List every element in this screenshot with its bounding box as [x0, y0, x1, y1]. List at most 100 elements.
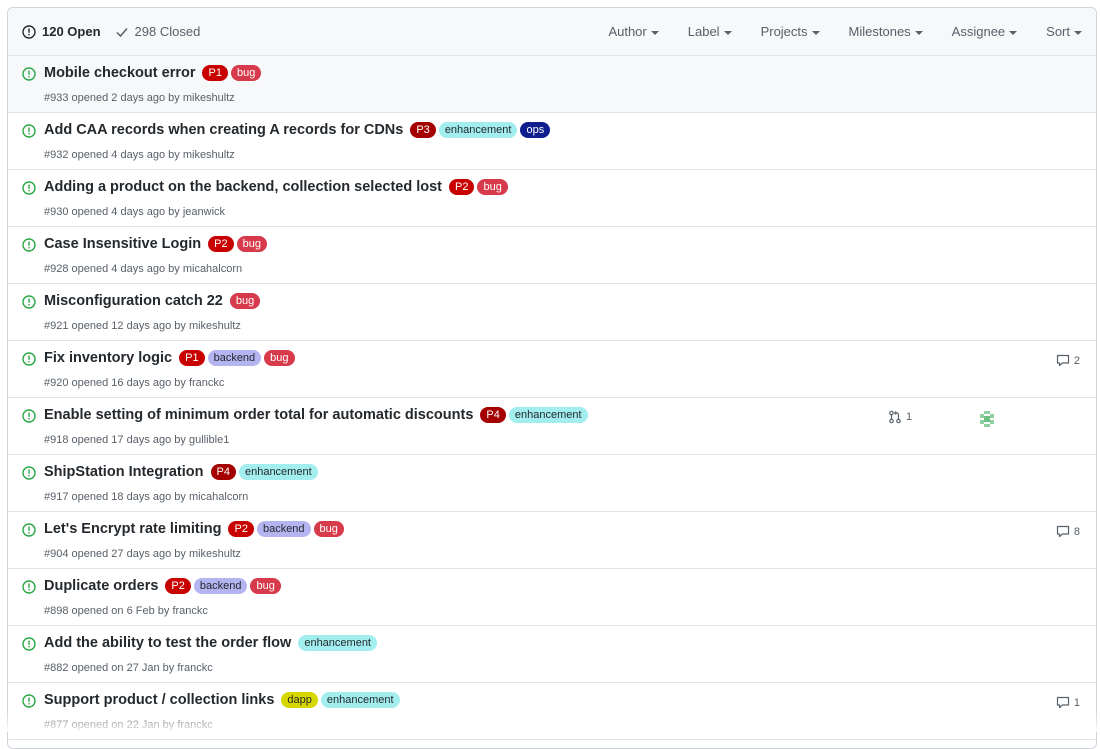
- issue-meta-text[interactable]: #918 opened 17 days ago by gullible1: [44, 434, 229, 446]
- issue-label[interactable]: P4: [210, 464, 236, 480]
- issue-meta-text[interactable]: #928 opened 4 days ago by micahalcorn: [44, 263, 242, 275]
- issues-list-header: 120 Open 298 Closed Author Label Project…: [8, 8, 1096, 56]
- issue-title-link[interactable]: Enable setting of minimum order total fo…: [44, 407, 473, 423]
- issue-row[interactable]: Mobile checkout error P1 bug #933 opened …: [8, 56, 1096, 113]
- comment-icon: [1056, 696, 1069, 709]
- issue-meta: #877 opened on 22 Jan by franckc: [44, 719, 213, 731]
- comments-link[interactable]: 1: [1056, 696, 1080, 709]
- issue-label[interactable]: P2: [449, 179, 475, 195]
- issue-row[interactable]: Add the ability to test the order flow e…: [8, 626, 1096, 683]
- issue-row[interactable]: Enable setting of minimum order total fo…: [8, 398, 1096, 455]
- issue-title-line: Fix inventory logic P1 backend bug: [44, 350, 295, 366]
- issue-label[interactable]: enhancement: [298, 635, 377, 651]
- issue-label[interactable]: bug: [230, 65, 262, 81]
- issue-row[interactable]: Support product / collection links dapp e…: [8, 683, 1096, 740]
- linked-pull-request[interactable]: 1: [888, 410, 912, 424]
- issue-meta-text[interactable]: #930 opened 4 days ago by jeanwick: [44, 206, 225, 218]
- issue-label[interactable]: P2: [228, 521, 254, 537]
- closed-issues-toggle[interactable]: 298 Closed: [115, 24, 200, 39]
- issue-title-link[interactable]: Support product / collection links: [44, 692, 274, 708]
- filter-milestones[interactable]: Milestones: [849, 24, 923, 39]
- issue-title-link[interactable]: ShipStation Integration: [44, 464, 204, 480]
- issue-label[interactable]: bug: [313, 521, 344, 537]
- issue-label[interactable]: enhancement: [320, 692, 400, 708]
- issue-title-line: ShipStation Integration P4 enhancement: [44, 464, 318, 480]
- issue-row[interactable]: ShipStation Integration P4 enhancement #9…: [8, 455, 1096, 512]
- comments-link[interactable]: 8: [1056, 525, 1080, 538]
- comment-icon: [1056, 525, 1069, 538]
- issue-label[interactable]: enhancement: [238, 464, 318, 480]
- issue-title-link[interactable]: Let's Encrypt rate limiting: [44, 521, 221, 537]
- caret-down-icon: [914, 30, 923, 35]
- issue-label[interactable]: P2: [165, 578, 191, 594]
- issue-row[interactable]: Adding a product on the backend, collect…: [8, 170, 1096, 227]
- filter-label: Label: [687, 24, 720, 39]
- issue-meta-text[interactable]: #932 opened 4 days ago by mikeshultz: [44, 149, 235, 161]
- issue-title-link[interactable]: Adding a product on the backend, collect…: [44, 179, 442, 195]
- issue-open-icon: [22, 124, 36, 138]
- issue-label[interactable]: bug: [264, 350, 295, 366]
- filter-label[interactable]: Label: [688, 24, 732, 39]
- issue-label[interactable]: enhancement: [508, 407, 588, 423]
- caret-down-icon: [1009, 30, 1018, 35]
- issue-meta-text[interactable]: #898 opened on 6 Feb by franckc: [44, 605, 208, 617]
- issue-list: Mobile checkout error P1 bug #933 opened …: [8, 56, 1096, 740]
- filter-author[interactable]: Author: [608, 24, 659, 39]
- issue-row[interactable]: Misconfiguration catch 22 bug #921 opene…: [8, 284, 1096, 341]
- issue-label[interactable]: P2: [208, 236, 234, 252]
- issue-title-link[interactable]: Add CAA records when creating A records …: [44, 122, 403, 138]
- issue-label[interactable]: P1: [179, 350, 205, 366]
- issue-meta-text[interactable]: #877 opened on 22 Jan by franckc: [44, 719, 213, 731]
- issue-label[interactable]: P4: [480, 407, 506, 423]
- filter-label: Author: [608, 24, 647, 39]
- issue-title-link[interactable]: Case Insensitive Login: [44, 236, 201, 252]
- comment-count: 8: [1073, 525, 1080, 538]
- issue-meta: #882 opened on 27 Jan by franckc: [44, 662, 213, 674]
- issue-meta-text[interactable]: #917 opened 18 days ago by micahalcorn: [44, 491, 248, 503]
- issue-label[interactable]: enhancement: [438, 122, 518, 138]
- open-issues-toggle[interactable]: 120 Open: [22, 24, 101, 39]
- issue-label[interactable]: backend: [193, 578, 248, 594]
- issue-row[interactable]: Case Insensitive Login P2 bug #928 opened…: [8, 227, 1096, 284]
- issue-meta: #904 opened 27 days ago by mikeshultz: [44, 548, 241, 560]
- issue-title-link[interactable]: Fix inventory logic: [44, 350, 172, 366]
- issue-label[interactable]: backend: [256, 521, 311, 537]
- issue-meta-text[interactable]: #882 opened on 27 Jan by franckc: [44, 662, 213, 674]
- issue-label[interactable]: bug: [477, 179, 508, 195]
- assignee-avatar[interactable]: [978, 410, 996, 428]
- issue-meta: #920 opened 16 days ago by franckc: [44, 377, 224, 389]
- issue-meta: #928 opened 4 days ago by micahalcorn: [44, 263, 242, 275]
- filter-projects[interactable]: Projects: [761, 24, 820, 39]
- issue-label[interactable]: bug: [229, 293, 261, 309]
- issue-meta-text[interactable]: #920 opened 16 days ago by franckc: [44, 377, 224, 389]
- issue-label[interactable]: bug: [250, 578, 281, 594]
- issue-title-line: Duplicate orders P2 backend bug: [44, 578, 281, 594]
- issue-meta-text[interactable]: #921 opened 12 days ago by mikeshultz: [44, 320, 241, 332]
- filter-label: Milestones: [848, 24, 911, 39]
- issue-label[interactable]: dapp: [281, 692, 318, 708]
- issue-title-line: Mobile checkout error P1 bug: [44, 65, 262, 81]
- issue-title-link[interactable]: Mobile checkout error: [44, 65, 195, 81]
- issue-meta-text[interactable]: #933 opened 2 days ago by mikeshultz: [44, 92, 235, 104]
- issue-title-link[interactable]: Misconfiguration catch 22: [44, 293, 223, 309]
- issue-label[interactable]: P3: [410, 122, 436, 138]
- issue-meta-text[interactable]: #904 opened 27 days ago by mikeshultz: [44, 548, 241, 560]
- issue-row[interactable]: Fix inventory logic P1 backend bug #920 op…: [8, 341, 1096, 398]
- issue-label[interactable]: bug: [236, 236, 267, 252]
- issue-title-link[interactable]: Add the ability to test the order flow: [44, 635, 291, 651]
- open-count-label: 120 Open: [42, 24, 101, 39]
- issue-label[interactable]: backend: [207, 350, 262, 366]
- issue-title-line: Enable setting of minimum order total fo…: [44, 407, 588, 423]
- issue-open-icon: [22, 637, 36, 651]
- issue-label[interactable]: ops: [520, 122, 551, 138]
- issue-row[interactable]: Add CAA records when creating A records …: [8, 113, 1096, 170]
- filter-sort[interactable]: Sort: [1046, 24, 1082, 39]
- comments-link[interactable]: 2: [1056, 354, 1080, 367]
- filter-assignee[interactable]: Assignee: [952, 24, 1018, 39]
- issue-row[interactable]: Let's Encrypt rate limiting P2 backend bug…: [8, 512, 1096, 569]
- issue-title-link[interactable]: Duplicate orders: [44, 578, 158, 594]
- issues-list-box: 120 Open 298 Closed Author Label Project…: [7, 7, 1097, 749]
- issue-row[interactable]: Duplicate orders P2 backend bug #898 opene…: [8, 569, 1096, 626]
- check-icon: [116, 27, 128, 37]
- issue-label[interactable]: P1: [202, 65, 228, 81]
